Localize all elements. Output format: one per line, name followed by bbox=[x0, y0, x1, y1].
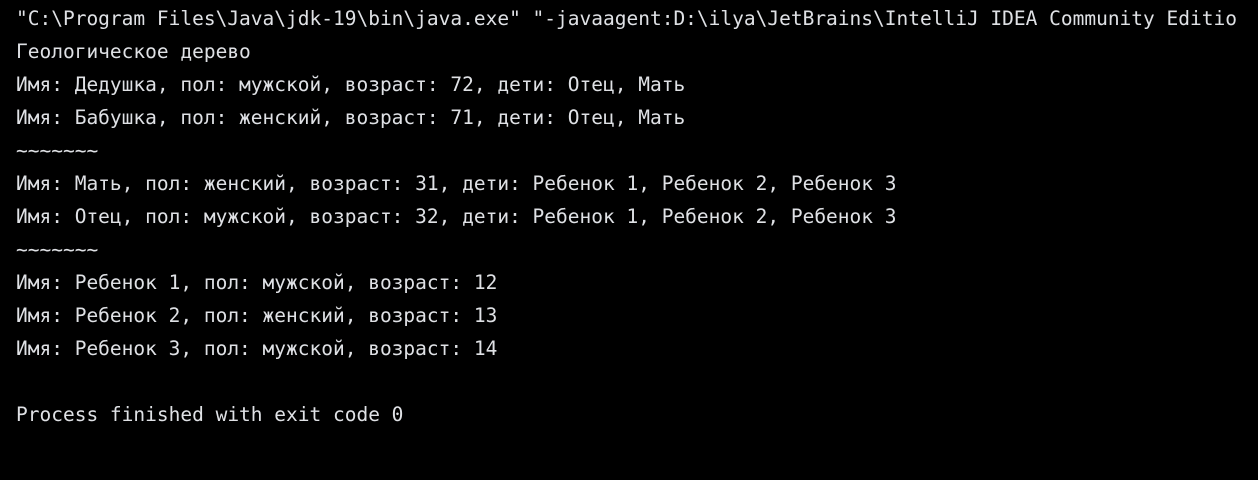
separator-line: ~~~~~~~ bbox=[16, 238, 99, 261]
output-line-child-1: Имя: Ребенок 1, пол: мужской, возраст: 1… bbox=[16, 271, 498, 294]
output-line-grandfather: Имя: Дедушка, пол: мужской, возраст: 72,… bbox=[16, 73, 686, 96]
output-line-child-2: Имя: Ребенок 2, пол: женский, возраст: 1… bbox=[16, 304, 498, 327]
console-output[interactable]: "C:\Program Files\Java\jdk-19\bin\java.e… bbox=[16, 2, 1258, 480]
separator-line: ~~~~~~~ bbox=[16, 139, 99, 162]
exit-status-line: Process finished with exit code 0 bbox=[16, 403, 404, 426]
output-line-child-3: Имя: Ребенок 3, пол: мужской, возраст: 1… bbox=[16, 337, 498, 360]
run-console[interactable]: "C:\Program Files\Java\jdk-19\bin\java.e… bbox=[0, 0, 1258, 480]
output-line-father: Имя: Отец, пол: мужской, возраст: 32, де… bbox=[16, 205, 897, 228]
output-title-line: Геологическое дерево bbox=[16, 40, 251, 63]
output-line-grandmother: Имя: Бабушка, пол: женский, возраст: 71,… bbox=[16, 106, 686, 129]
command-line: "C:\Program Files\Java\jdk-19\bin\java.e… bbox=[16, 7, 1237, 30]
output-line-mother: Имя: Мать, пол: женский, возраст: 31, де… bbox=[16, 172, 897, 195]
